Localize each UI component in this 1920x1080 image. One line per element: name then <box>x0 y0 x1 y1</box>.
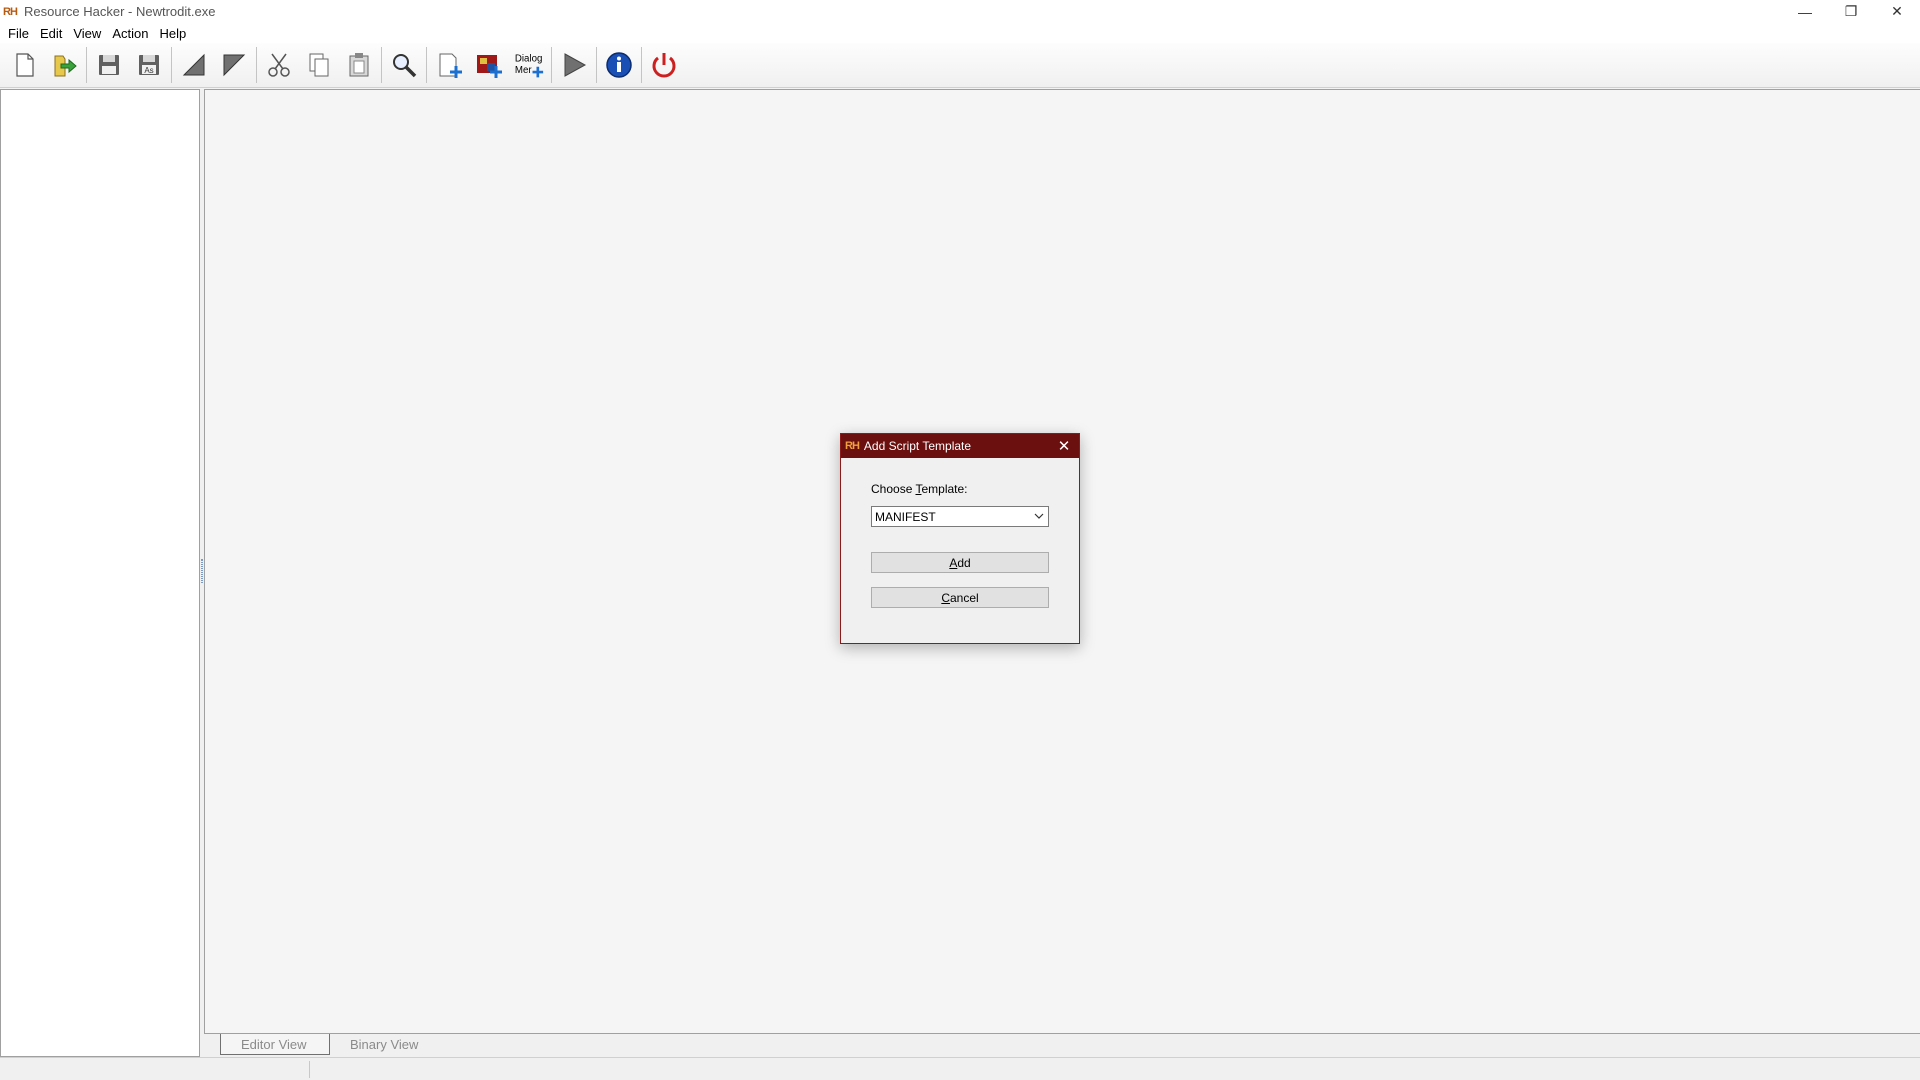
toolbar-separator <box>426 47 427 83</box>
choose-template-label: Choose Template: <box>871 482 968 496</box>
restore-button[interactable]: ❐ <box>1828 0 1874 23</box>
play-icon <box>564 53 587 77</box>
dialog-menu-button[interactable]: Dialog Mer <box>511 47 547 83</box>
triangle-down-icon <box>223 54 246 77</box>
scissors-icon <box>268 53 290 77</box>
toolbar-separator <box>641 47 642 83</box>
resource-tree-panel[interactable] <box>0 89 200 1057</box>
template-select[interactable]: MANIFEST <box>871 506 1049 527</box>
add-blank-resource-button[interactable] <box>431 47 467 83</box>
action-button[interactable] <box>216 47 252 83</box>
find-button[interactable] <box>386 47 422 83</box>
dialog-close-button[interactable]: ✕ <box>1055 437 1073 455</box>
save-as-icon: As <box>139 55 159 75</box>
chevron-down-icon <box>1034 513 1044 519</box>
template-select-value: MANIFEST <box>875 509 936 524</box>
tab-editor-view[interactable]: Editor View <box>220 1034 330 1055</box>
save-icon <box>99 55 119 75</box>
menu-file[interactable]: File <box>8 26 37 41</box>
add-file-icon <box>439 53 462 78</box>
copy-button[interactable] <box>301 47 337 83</box>
add-image-icon <box>477 55 502 78</box>
about-button[interactable] <box>601 47 637 83</box>
toolbar-separator <box>256 47 257 83</box>
toolbar-separator <box>596 47 597 83</box>
open-folder-icon <box>54 55 77 77</box>
open-file-button[interactable] <box>46 47 82 83</box>
info-icon <box>606 52 632 78</box>
save-as-button[interactable]: As <box>131 47 167 83</box>
dialog-title-bar[interactable]: RH Add Script Template ✕ <box>841 434 1079 458</box>
dialog-menu-icon: Dialog Mer <box>515 53 544 78</box>
status-bar <box>0 1057 1920 1080</box>
save-button[interactable] <box>91 47 127 83</box>
splitter-grip-icon <box>201 559 203 583</box>
menu-bar: File Edit View Action Help <box>0 23 1920 43</box>
close-window-button[interactable]: ✕ <box>1874 0 1920 23</box>
toolbar-separator <box>86 47 87 83</box>
cut-button[interactable] <box>261 47 297 83</box>
new-file-button[interactable] <box>6 47 42 83</box>
menu-help[interactable]: Help <box>159 26 194 41</box>
triangle-up-icon <box>182 53 205 76</box>
view-tab-bar: Editor View Binary View <box>204 1033 1920 1057</box>
new-file-icon <box>16 53 34 77</box>
app-icon: RH <box>845 440 860 452</box>
menu-edit[interactable]: Edit <box>40 26 70 41</box>
run-script-button[interactable] <box>556 47 592 83</box>
compile-button[interactable] <box>176 47 212 83</box>
paste-icon <box>349 53 369 77</box>
svg-text:As: As <box>144 66 153 75</box>
paste-button[interactable] <box>341 47 377 83</box>
app-icon: RH <box>3 5 18 18</box>
toolbar-separator <box>171 47 172 83</box>
add-image-resource-button[interactable] <box>471 47 507 83</box>
menu-action[interactable]: Action <box>112 26 156 41</box>
toolbar-separator <box>381 47 382 83</box>
toolbar: As Dialog Mer <box>0 43 1920 88</box>
dialog-menu-label-1: Dialog <box>515 53 542 64</box>
add-button[interactable]: Add <box>871 552 1049 573</box>
tab-binary-view[interactable]: Binary View <box>330 1034 438 1055</box>
search-icon <box>393 54 417 78</box>
menu-view[interactable]: View <box>73 26 109 41</box>
copy-icon <box>309 53 329 77</box>
status-separator <box>309 1061 310 1078</box>
toolbar-separator <box>551 47 552 83</box>
minimize-button[interactable]: — <box>1782 0 1828 23</box>
add-script-template-dialog: RH Add Script Template ✕ Choose Template… <box>840 433 1080 644</box>
dialog-menu-label-2: Mer <box>515 65 532 76</box>
title-bar: RH Resource Hacker - Newtrodit.exe — ❐ ✕ <box>0 0 1920 23</box>
exit-button[interactable] <box>646 47 682 83</box>
dialog-title: Add Script Template <box>863 439 972 453</box>
window-title: Resource Hacker - Newtrodit.exe <box>24 4 216 19</box>
power-icon <box>652 53 676 78</box>
cancel-button[interactable]: Cancel <box>871 587 1049 608</box>
